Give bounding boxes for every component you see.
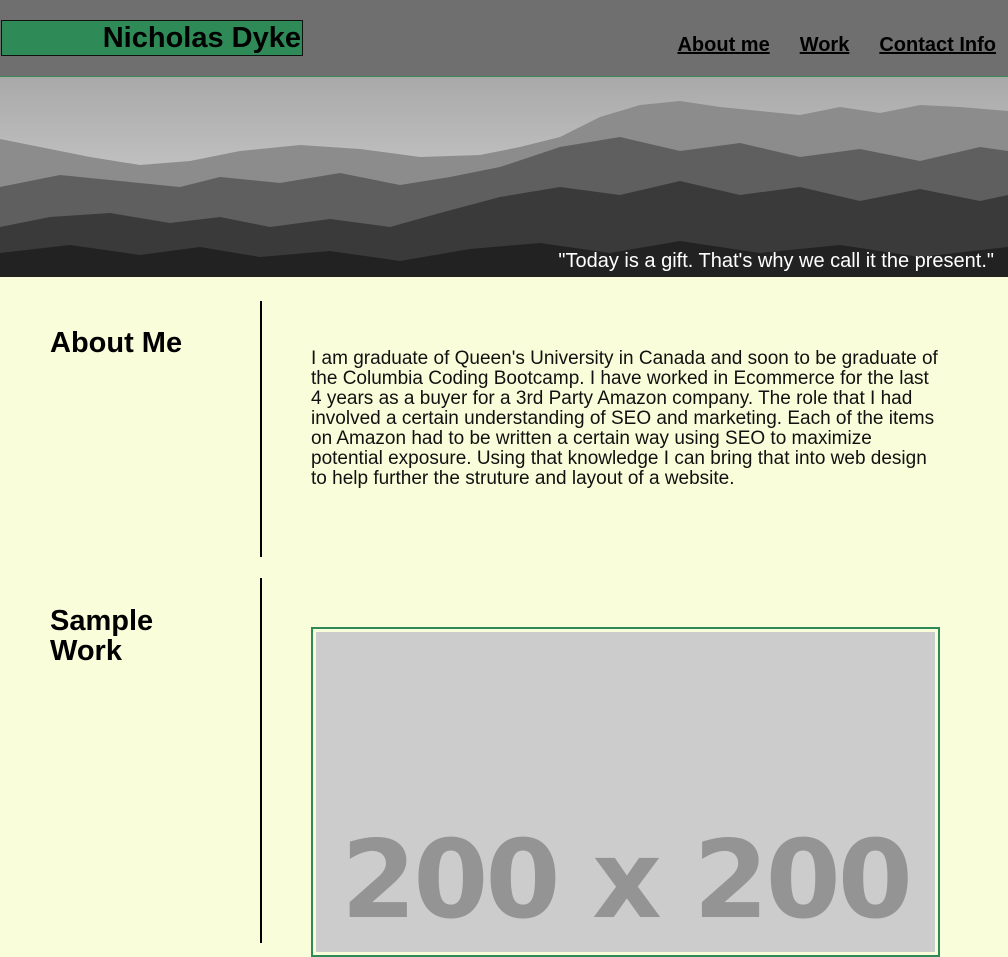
sample-work-card[interactable]: 200 x 200 xyxy=(311,627,940,957)
work-heading: Sample Work xyxy=(50,605,154,667)
hero-banner: "Today is a gift. That's why we call it … xyxy=(0,77,1008,277)
nav-link-work[interactable]: Work xyxy=(800,34,850,57)
about-paragraph: I am graduate of Queen's University in C… xyxy=(311,348,938,489)
nav-link-about[interactable]: About me xyxy=(677,34,769,57)
nav-link-contact[interactable]: Contact Info xyxy=(879,34,996,57)
about-heading: About Me xyxy=(50,327,183,359)
site-header: Nicholas Dyke About me Work Contact Info xyxy=(0,0,1008,77)
main-nav: About me Work Contact Info xyxy=(677,34,996,57)
mountain-landscape-image xyxy=(0,77,1008,277)
hero-quote: "Today is a gift. That's why we call it … xyxy=(558,250,994,272)
placeholder-label: 200 x 200 xyxy=(341,818,913,943)
work-divider xyxy=(260,578,262,943)
brand-name[interactable]: Nicholas Dyke xyxy=(1,20,303,56)
about-divider xyxy=(260,301,262,557)
placeholder-image: 200 x 200 xyxy=(316,632,935,952)
